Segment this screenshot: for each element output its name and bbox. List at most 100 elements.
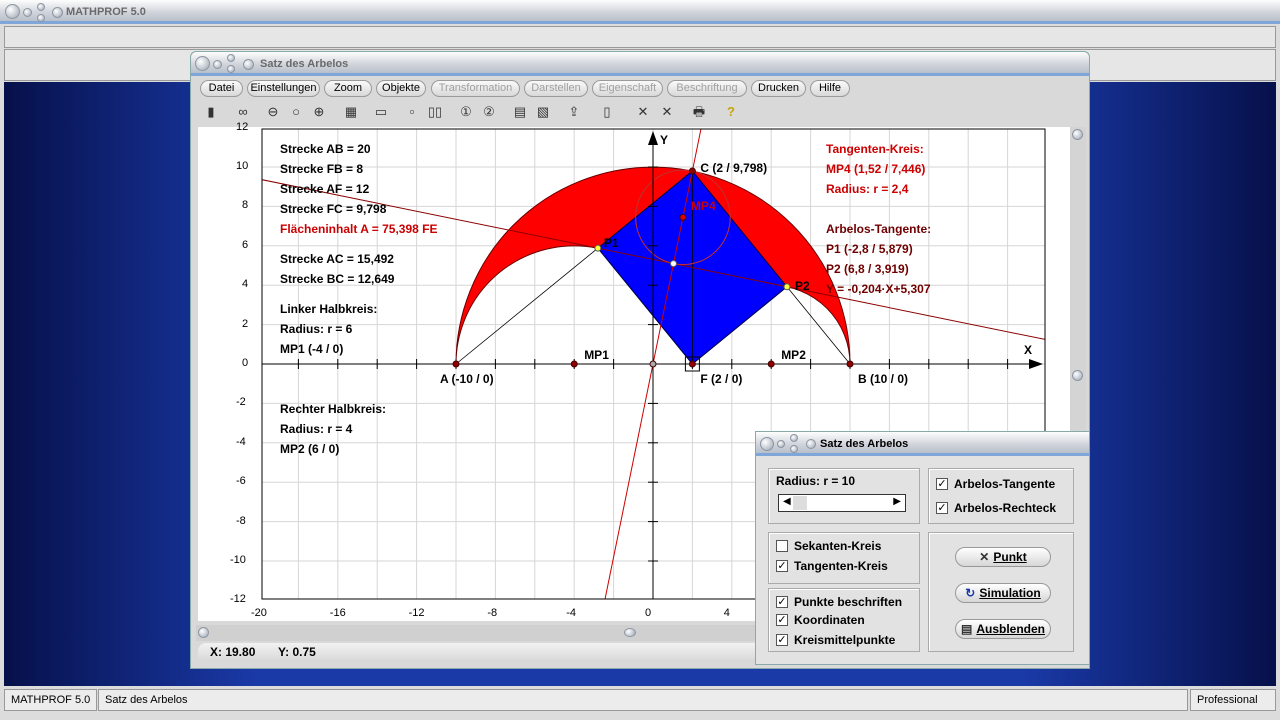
x-tick-label: -16 [329, 607, 346, 619]
punkt-button[interactable]: ✕ Punkt [955, 547, 1051, 567]
scroll-thumb[interactable] [624, 628, 636, 637]
point-label-p1: P1 [603, 236, 619, 251]
point-label-mp1: MP1 [584, 348, 609, 362]
info-line: Strecke AF = 12 [280, 182, 370, 196]
x-tick-label: -12 [408, 607, 425, 619]
info-line: Linker Halbkreis: [280, 302, 378, 316]
info-line: Rechter Halbkreis: [280, 402, 387, 416]
x-tick-label: -4 [566, 607, 576, 619]
checkbox-label: Koordinaten [794, 613, 865, 627]
point-a[interactable] [452, 360, 460, 368]
point-o[interactable] [649, 360, 657, 368]
point-label-f: F (2 / 0) [700, 372, 743, 386]
y-tick-label: -8 [236, 514, 246, 527]
info-line: Strecke AB = 20 [280, 142, 371, 156]
window-control-button[interactable] [760, 437, 774, 451]
refresh-icon: ↻ [965, 586, 976, 600]
arbelos-tangent-info: Arbelos-Tangente: [826, 222, 932, 236]
x-tick-label: 4 [723, 607, 730, 619]
info-line: Flächeninhalt A = 75,398 FE [280, 222, 438, 236]
point-label-a: A (-10 / 0) [440, 372, 494, 386]
radius-label: Radius: r = 10 [776, 474, 856, 488]
checkbox-label: Kreismittelpunkte [794, 633, 896, 647]
simulation-button[interactable]: ↻ Simulation [955, 583, 1051, 603]
y-axis-arrow-icon [648, 131, 658, 145]
checkbox-label: Arbelos-Tangente [954, 477, 1056, 491]
tangent-circle-info: Tangenten-Kreis: [826, 142, 924, 156]
info-line: MP1 (-4 / 0) [280, 342, 344, 356]
checkbox-sekanten-kreis[interactable] [776, 540, 788, 552]
dialog-titlebar: Satz des Arbelos [756, 432, 1089, 456]
tangent-circle-info: MP4 (1,52 / 7,446) [826, 162, 926, 176]
scroll-thumb[interactable] [1072, 370, 1083, 381]
window-control-button[interactable] [790, 434, 798, 442]
point-f[interactable] [688, 360, 696, 368]
dialog-icon [806, 439, 816, 449]
point-mp2[interactable] [767, 360, 775, 368]
crosshair-icon: ✕ [979, 550, 990, 564]
checkbox-arbelos-rechteck[interactable]: ✓ [936, 502, 948, 514]
info-line: Strecke AC = 15,492 [280, 252, 394, 266]
x-tick-label: -20 [251, 607, 267, 619]
info-line: Strecke FC = 9,798 [280, 202, 387, 216]
button-label: Simulation [979, 586, 1041, 600]
y-tick-label: -12 [230, 593, 246, 606]
y-tick-label: -4 [236, 435, 246, 448]
point-p1[interactable] [594, 244, 602, 252]
checkbox-tangenten-kreis[interactable]: ✓ [776, 560, 788, 572]
x-axis-label: X [1024, 343, 1033, 357]
point-mp1[interactable] [570, 360, 578, 368]
coord-x: X: 19.80 [210, 645, 256, 659]
arbelos-tangent-info: P2 (6,8 / 3,919) [826, 262, 909, 276]
point-mp4[interactable] [679, 213, 687, 221]
point-c[interactable] [688, 167, 696, 175]
point-label-mp2: MP2 [781, 348, 806, 362]
y-tick-label: 6 [242, 238, 249, 251]
x-tick-label: 0 [645, 607, 652, 619]
checkbox-label: Tangenten-Kreis [794, 559, 888, 573]
slider-left-arrow-icon[interactable]: ◀ [783, 496, 791, 507]
tangent-circle-info: Radius: r = 2,4 [826, 182, 909, 196]
point-label-c: C (2 / 9,798) [700, 160, 768, 175]
window-control-button[interactable] [790, 445, 798, 453]
scroll-thumb[interactable] [198, 627, 209, 638]
checkbox-kreismittelpunkte[interactable]: ✓ [776, 634, 788, 646]
ausblenden-button[interactable]: ▤ Ausblenden [955, 619, 1051, 639]
dialog-title: Satz des Arbelos [820, 438, 909, 450]
checkbox-punkte-beschriften[interactable]: ✓ [776, 596, 788, 608]
point-p2[interactable] [783, 283, 791, 291]
slider-thumb[interactable] [793, 496, 807, 510]
coord-y: Y: 0.75 [278, 645, 316, 659]
point-label-b: B (10 / 0) [858, 372, 909, 386]
y-tick-label: 8 [242, 199, 249, 212]
status-module: Satz des Arbelos [98, 689, 1188, 711]
button-label: Ausblenden [976, 622, 1045, 636]
scroll-thumb[interactable] [1072, 129, 1083, 140]
y-tick-label: 12 [236, 120, 249, 133]
segment-AP1 [455, 247, 599, 365]
arbelos-tangent-info: Y = -0,204·X+5,307 [826, 282, 931, 296]
window-control-button[interactable] [777, 440, 785, 448]
y-tick-label: 4 [242, 278, 249, 291]
info-line: Radius: r = 4 [280, 422, 353, 436]
info-line: MP2 (6 / 0) [280, 442, 340, 456]
info-line: Strecke FB = 8 [280, 162, 364, 176]
y-tick-label: -10 [230, 554, 246, 566]
info-line: Radius: r = 6 [280, 322, 353, 336]
y-tick-label: 10 [236, 160, 249, 172]
status-app: MATHPROF 5.0 [4, 689, 97, 711]
checkbox-koordinaten[interactable]: ✓ [776, 614, 788, 626]
point-label-p2: P2 [794, 278, 810, 293]
radius-slider[interactable]: ◀ ▶ [778, 494, 906, 512]
point-b[interactable] [846, 360, 854, 368]
status-edition: Professional [1190, 689, 1276, 711]
x-tick-label: -8 [487, 607, 498, 619]
slider-right-arrow-icon[interactable]: ▶ [893, 496, 901, 507]
button-label: Punkt [993, 550, 1027, 564]
checkbox-label: Sekanten-Kreis [794, 539, 882, 553]
tangent-point [669, 260, 677, 268]
y-tick-label: 0 [242, 357, 249, 369]
checkbox-arbelos-tangente[interactable]: ✓ [936, 478, 948, 490]
y-tick-label: 2 [242, 317, 249, 330]
y-axis-label: Y [660, 133, 669, 147]
